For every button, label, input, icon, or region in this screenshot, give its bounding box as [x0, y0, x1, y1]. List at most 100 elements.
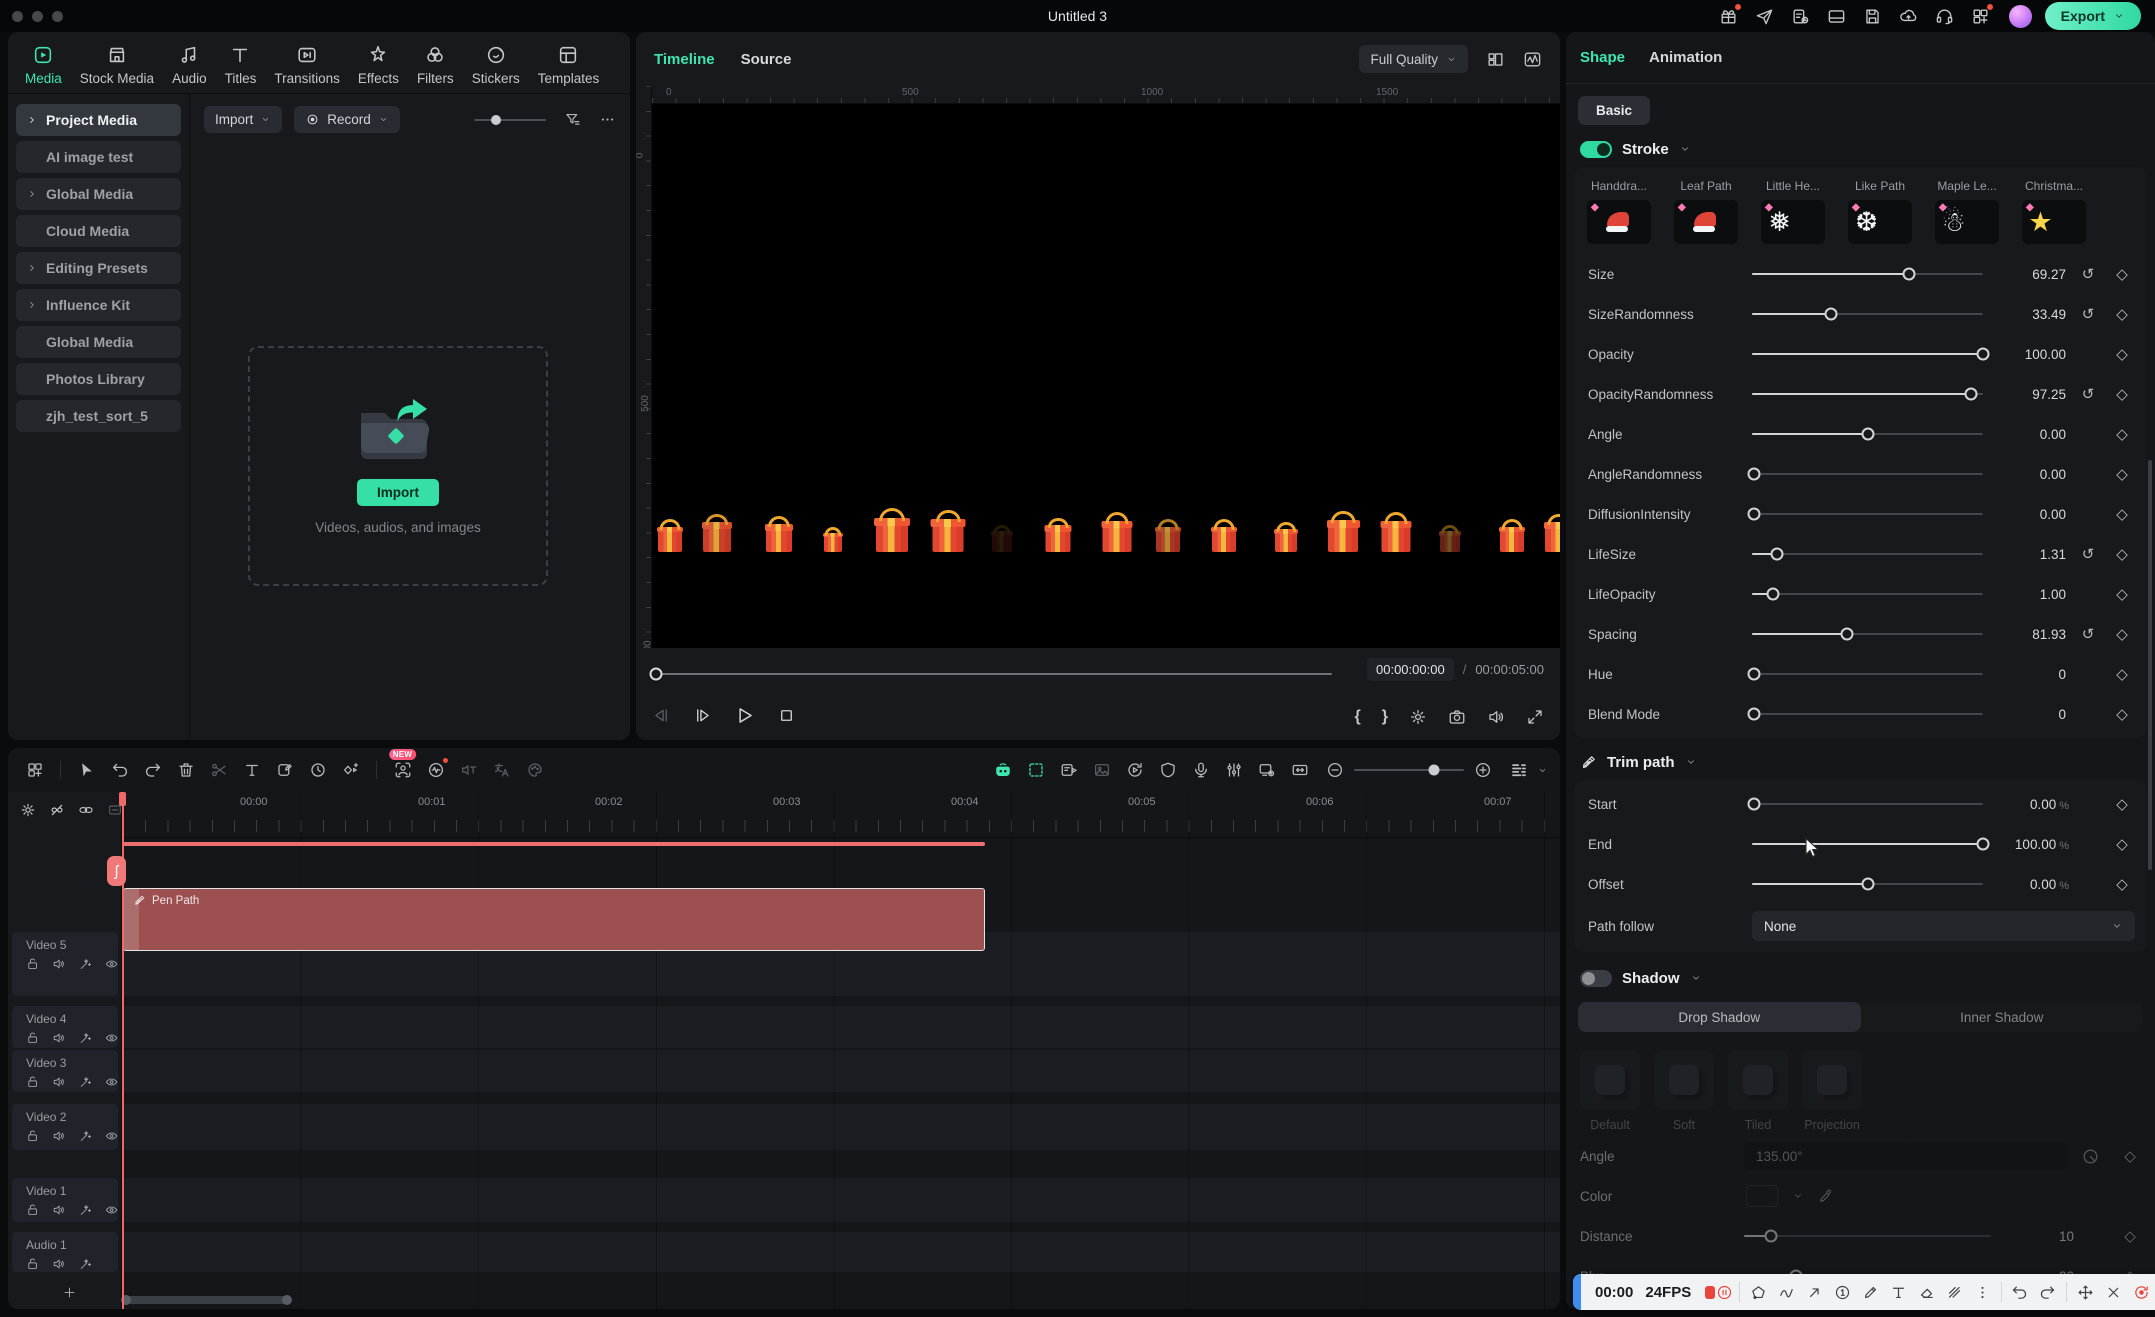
audio-ai-icon[interactable]: [421, 756, 450, 785]
slider-handle[interactable]: [1748, 708, 1761, 721]
slider-value[interactable]: 100.00%: [1989, 837, 2069, 852]
stroke-preset-item[interactable]: Handdra... ◆: [1582, 179, 1656, 244]
slider-value[interactable]: 81.93: [1989, 627, 2069, 642]
slider-value[interactable]: 69.27: [1989, 267, 2069, 282]
sidebar-item-global-media[interactable]: Global Media: [16, 178, 181, 210]
eraser-tool-icon[interactable]: [1913, 1279, 1940, 1306]
translate-icon[interactable]: [487, 756, 516, 785]
keyframe-diamond-icon[interactable]: ◇: [2107, 505, 2137, 523]
slider-track[interactable]: [1752, 307, 1983, 321]
cloud-upload-icon[interactable]: [1894, 1, 1924, 31]
slider-value[interactable]: 0.00%: [1989, 797, 2069, 812]
slider-handle[interactable]: [1965, 388, 1978, 401]
task-list-icon[interactable]: [1786, 1, 1816, 31]
chevron-down-icon[interactable]: [1679, 143, 1691, 155]
shadow-preset-item[interactable]: Tiled: [1728, 1050, 1788, 1132]
keyframe-diamond-icon[interactable]: ◇: [2115, 1227, 2145, 1245]
mark-in-button[interactable]: {: [1355, 708, 1361, 726]
smart-cutout-icon[interactable]: NEW: [388, 756, 417, 785]
slider-value[interactable]: 0: [1989, 667, 2069, 682]
link-clips-icon[interactable]: [78, 800, 94, 819]
playhead-handle[interactable]: [119, 792, 126, 806]
slider-handle[interactable]: [1861, 428, 1874, 441]
track-lane[interactable]: [123, 1232, 1560, 1272]
tab-stickers[interactable]: Stickers: [465, 42, 527, 88]
slider-track[interactable]: [1752, 707, 1983, 721]
track-header[interactable]: Video 4: [12, 1006, 118, 1048]
thumbnail-size-slider[interactable]: [474, 119, 546, 121]
import-button[interactable]: Import: [357, 479, 439, 506]
image-preview-icon[interactable]: [1087, 756, 1116, 785]
preview-export-icon[interactable]: [1252, 756, 1281, 785]
slider-track[interactable]: [1744, 1229, 1991, 1243]
slider-value[interactable]: 0.00: [1989, 507, 2069, 522]
keyframe-diamond-icon[interactable]: ◇: [2107, 345, 2137, 363]
split-icon[interactable]: [204, 756, 233, 785]
number-marker-icon[interactable]: [1829, 1279, 1856, 1306]
shadow-angle-input[interactable]: 135.00°: [1744, 1142, 2067, 1170]
lock-track-icon[interactable]: [26, 957, 39, 971]
redo-icon[interactable]: [138, 756, 167, 785]
auto-ripple-icon[interactable]: [49, 800, 65, 819]
shadow-type-tab[interactable]: Inner Shadow: [1861, 1002, 2144, 1032]
keyframe-diamond-icon[interactable]: ◇: [2107, 425, 2137, 443]
preview-settings-icon[interactable]: [1409, 708, 1427, 726]
keyframe-diamond-icon[interactable]: ◇: [2107, 545, 2137, 563]
reset-icon[interactable]: ↺: [2075, 385, 2101, 403]
more-options-icon[interactable]: [599, 111, 616, 128]
sidebar-item-zjh-test-sort-5[interactable]: zjh_test_sort_5: [16, 400, 181, 432]
angle-dial-icon[interactable]: [2081, 1147, 2100, 1166]
sidebar-item-photos-library[interactable]: Photos Library: [16, 363, 181, 395]
record-restart-icon[interactable]: [2128, 1279, 2155, 1306]
slider-track[interactable]: [1752, 837, 1983, 851]
import-dropzone[interactable]: Import Videos, audios, and images: [248, 346, 548, 586]
keyframe-add-icon[interactable]: [336, 756, 365, 785]
shadow-preset-item[interactable]: Projection: [1802, 1050, 1862, 1132]
close-toolbar-icon[interactable]: [2100, 1279, 2127, 1306]
slider-track[interactable]: [1752, 547, 1983, 561]
keyframe-diamond-icon[interactable]: ◇: [2107, 265, 2137, 283]
keyframe-diamond-icon[interactable]: ◇: [2107, 585, 2137, 603]
slider-handle[interactable]: [1903, 268, 1916, 281]
slider-track[interactable]: [1752, 427, 1983, 441]
keyframe-diamond-icon[interactable]: ◇: [2107, 705, 2137, 723]
tab-filters[interactable]: Filters: [410, 42, 461, 88]
slider-value[interactable]: 0.00: [1989, 467, 2069, 482]
render-preview-icon[interactable]: [1120, 756, 1149, 785]
reset-icon[interactable]: ↺: [2075, 545, 2101, 563]
save-icon[interactable]: [1858, 1, 1888, 31]
keyframe-diamond-icon[interactable]: ◇: [2107, 835, 2137, 853]
magic-wand-icon[interactable]: [79, 1203, 92, 1217]
slider-track[interactable]: [1752, 347, 1983, 361]
text-annotation-icon[interactable]: [1885, 1279, 1912, 1306]
track-header[interactable]: Video 1: [12, 1178, 118, 1222]
annotate-undo-icon[interactable]: [2006, 1279, 2033, 1306]
tab-titles[interactable]: Titles: [218, 42, 264, 88]
stop-record-button[interactable]: [1705, 1286, 1714, 1299]
hide-track-icon[interactable]: [105, 957, 118, 971]
ai-assistant-icon[interactable]: [988, 756, 1017, 785]
track-lane[interactable]: [123, 1050, 1560, 1092]
slider-handle[interactable]: [1748, 798, 1761, 811]
tab-stock-media[interactable]: Stock Media: [73, 42, 161, 88]
mute-track-icon[interactable]: [52, 1075, 65, 1089]
text-tool-icon[interactable]: [237, 756, 266, 785]
zoom-in-icon[interactable]: [1474, 761, 1492, 779]
keyframe-diamond-icon[interactable]: ◇: [2107, 625, 2137, 643]
more-tools-icon[interactable]: [1969, 1279, 1996, 1306]
play-button[interactable]: [734, 705, 755, 726]
current-timecode[interactable]: 00:00:00:00: [1367, 658, 1454, 681]
slider-handle[interactable]: [1840, 628, 1853, 641]
annotate-redo-icon[interactable]: [2034, 1279, 2061, 1306]
basic-button[interactable]: Basic: [1578, 96, 1650, 125]
video-scope-icon[interactable]: [1523, 50, 1542, 69]
duration-icon[interactable]: [303, 756, 332, 785]
reset-icon[interactable]: ↺: [2075, 625, 2101, 643]
next-frame-button[interactable]: [693, 706, 712, 725]
snapshot-icon[interactable]: [1448, 708, 1466, 726]
pause-record-button[interactable]: [1715, 1279, 1734, 1306]
stroke-preset-item[interactable]: Leaf Path ◆: [1669, 179, 1743, 244]
multi-view-icon[interactable]: [1486, 50, 1505, 69]
hide-track-icon[interactable]: [105, 1203, 118, 1217]
gift-icon[interactable]: [1714, 1, 1744, 31]
